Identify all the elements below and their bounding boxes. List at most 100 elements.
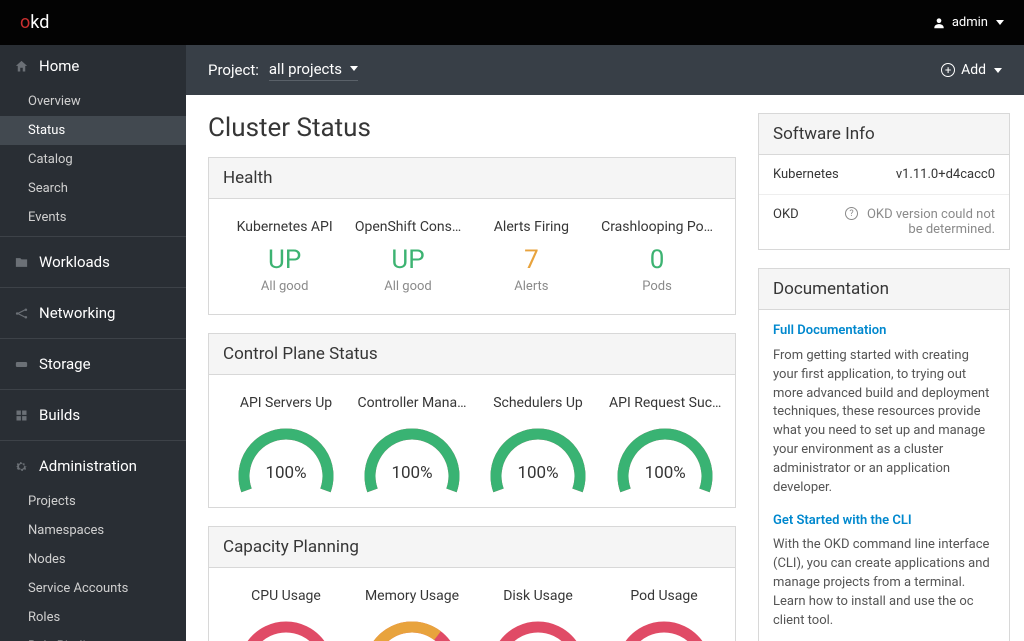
sidebar-item-overview[interactable]: Overview: [0, 87, 186, 116]
metric-label: Crashlooping Po…: [601, 219, 713, 235]
network-icon: [14, 306, 29, 321]
sidebar-item-events[interactable]: Events: [0, 203, 186, 232]
gauge-cell: Memory Usage 67%: [349, 584, 475, 641]
info-row: Kubernetes v1.11.0+d4cacc0: [759, 155, 1009, 195]
topbar: okd admin: [0, 0, 1024, 45]
card-title: Health: [209, 158, 735, 199]
metric-value: UP: [231, 245, 338, 275]
gauge-cell: Disk Usage 9%: [475, 584, 601, 641]
sidebar-item-service-accounts[interactable]: Service Accounts: [0, 574, 186, 603]
gauge-cell: Schedulers Up 100%: [475, 391, 601, 491]
sidebar-item-projects[interactable]: Projects: [0, 487, 186, 516]
main: Project: all projects + Add Cluster Stat…: [186, 45, 1024, 641]
gauge-cell: API Servers Up 100%: [223, 391, 349, 491]
user-name: admin: [952, 15, 988, 30]
nav-workloads[interactable]: Workloads: [0, 241, 186, 283]
nav-networking[interactable]: Networking: [0, 292, 186, 334]
sidebar-item-status[interactable]: Status: [0, 116, 186, 145]
gauge: 100%: [357, 421, 467, 487]
metric-value: 0: [601, 245, 713, 275]
health-cell: Crashlooping Po… 0 Pods: [593, 215, 721, 298]
chevron-down-icon: [994, 68, 1002, 73]
gauge: 100%: [483, 421, 593, 487]
storage-icon: [14, 357, 29, 372]
gauge: 12%: [609, 614, 719, 641]
question-icon[interactable]: ?: [845, 207, 858, 220]
folder-icon: [14, 255, 29, 270]
nav-storage[interactable]: Storage: [0, 343, 186, 385]
card-title: Capacity Planning: [209, 527, 735, 568]
gauge: 100%: [610, 421, 720, 487]
metric-sub: Alerts: [478, 279, 585, 294]
user-icon: [932, 16, 946, 30]
metric-sub: All good: [354, 279, 461, 294]
sidebar-item-nodes[interactable]: Nodes: [0, 545, 186, 574]
metric-sub: Pods: [601, 279, 713, 294]
builds-icon: [14, 408, 29, 423]
info-key: Kubernetes: [773, 167, 839, 182]
metric-label: CPU Usage: [231, 588, 341, 604]
project-selector[interactable]: all projects: [269, 60, 358, 81]
chevron-down-icon: [996, 20, 1004, 25]
metric-value: 7: [478, 245, 585, 275]
sidebar: Home OverviewStatusCatalogSearchEvents W…: [0, 45, 186, 641]
nav-administration[interactable]: Administration: [0, 445, 186, 487]
gauge-cell: CPU Usage 22%: [223, 584, 349, 641]
gear-icon: [14, 459, 29, 474]
health-cell: Alerts Firing 7 Alerts: [470, 215, 593, 298]
gauge: 67%: [357, 614, 467, 641]
add-button[interactable]: + Add: [941, 62, 1002, 78]
gauge-cell: API Request Suc… 100%: [601, 391, 729, 491]
sidebar-item-catalog[interactable]: Catalog: [0, 145, 186, 174]
project-bar: Project: all projects + Add: [186, 45, 1024, 95]
health-card: Health Kubernetes APIUPAll goodOpenShift…: [208, 157, 736, 315]
metric-label: Disk Usage: [483, 588, 593, 604]
gauge: 22%: [231, 614, 341, 641]
metric-label: Memory Usage: [357, 588, 467, 604]
full-documentation-link[interactable]: Full Documentation: [773, 322, 995, 341]
card-title: Software Info: [759, 114, 1009, 155]
nav-builds[interactable]: Builds: [0, 394, 186, 436]
info-key: OKD: [773, 207, 799, 237]
doc-text: From getting started with creating your …: [773, 347, 995, 498]
capacity-card: Capacity Planning CPU Usage 22% Memory Usa…: [208, 526, 736, 641]
gauge-cell: Pod Usage12%: [601, 584, 727, 641]
info-row: OKD ?OKD version could not be determined.: [759, 195, 1009, 249]
control-plane-card: Control Plane Status API Servers Up100%C…: [208, 333, 736, 508]
home-icon: [14, 59, 29, 74]
documentation-card: Documentation Full Documentation From ge…: [758, 268, 1010, 641]
metric-sub: All good: [231, 279, 338, 294]
sidebar-item-roles[interactable]: Roles: [0, 603, 186, 632]
health-cell: OpenShift Cons…UPAll good: [346, 215, 469, 298]
card-title: Documentation: [759, 269, 1009, 310]
sidebar-item-search[interactable]: Search: [0, 174, 186, 203]
metric-value: UP: [354, 245, 461, 275]
metric-label: API Servers Up: [231, 395, 341, 411]
logo: okd: [20, 12, 49, 33]
gauge-value: 100%: [483, 463, 593, 483]
health-cell: Kubernetes API UP All good: [223, 215, 346, 298]
metric-label: Schedulers Up: [483, 395, 593, 411]
gauge-value: 100%: [357, 463, 467, 483]
metric-label: API Request Suc…: [609, 395, 721, 411]
sidebar-item-role-bindings[interactable]: Role Bindings: [0, 632, 186, 641]
sidebar-item-namespaces[interactable]: Namespaces: [0, 516, 186, 545]
gauge: 9%: [483, 614, 593, 641]
doc-text: With the OKD command line interface (CLI…: [773, 536, 995, 630]
project-label: Project:: [208, 61, 259, 79]
software-info-card: Software Info Kubernetes v1.11.0+d4cacc0 O…: [758, 113, 1010, 250]
gauge: 100%: [231, 421, 341, 487]
gauge-value: 100%: [610, 463, 720, 483]
user-menu[interactable]: admin: [932, 15, 1004, 30]
plus-circle-icon: +: [941, 63, 955, 77]
cli-link[interactable]: Get Started with the CLI: [773, 512, 995, 531]
gauge-cell: Controller Mana…100%: [349, 391, 475, 491]
gauge-value: 100%: [231, 463, 341, 483]
info-value: ?OKD version could not be determined.: [845, 207, 995, 237]
metric-label: Alerts Firing: [478, 219, 585, 235]
nav-home[interactable]: Home: [0, 45, 186, 87]
card-title: Control Plane Status: [209, 334, 735, 375]
info-value: v1.11.0+d4cacc0: [896, 167, 995, 182]
page-title: Cluster Status: [208, 113, 736, 143]
metric-label: Kubernetes API: [231, 219, 338, 235]
